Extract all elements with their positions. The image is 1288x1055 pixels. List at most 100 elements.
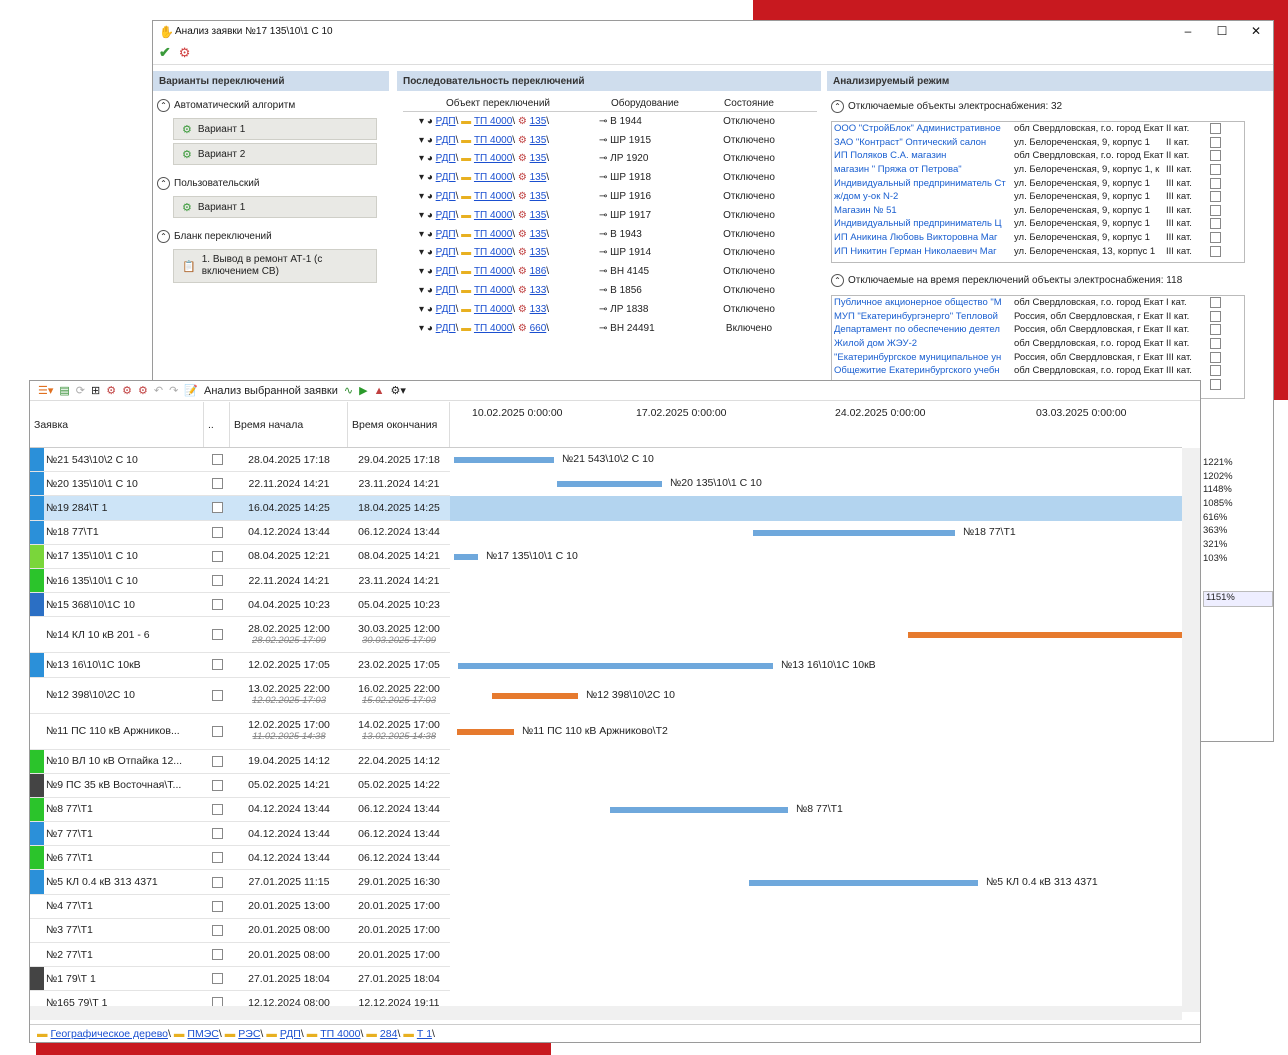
checkbox[interactable] — [211, 973, 223, 985]
row-checkbox[interactable] — [204, 725, 230, 737]
sequence-row[interactable]: ▾ ◕ РДП\ ▬ ТП 4000\ ⚙ 133\ ⊸ ЛР 1838 Отклю… — [403, 300, 817, 319]
row-checkbox[interactable] — [204, 526, 230, 538]
rdp-link[interactable]: РДП — [436, 210, 456, 221]
collapse-icon[interactable]: ⌃ — [157, 176, 170, 190]
checkbox[interactable] — [1210, 191, 1221, 203]
request-name[interactable]: №10 ВЛ 10 кВ Отпайка 12... — [44, 755, 204, 767]
object-link[interactable]: 133 — [530, 304, 547, 315]
request-name[interactable]: №19 284\Т 1 — [44, 502, 204, 514]
request-name[interactable]: №5 КЛ 0.4 кВ 313 4371 — [44, 876, 204, 888]
consumer-row[interactable]: ж/дом у-ок N-2 ул. Белореченская, 9, корп… — [832, 190, 1244, 204]
checkbox[interactable] — [211, 659, 223, 671]
row-checkbox[interactable] — [204, 973, 230, 985]
rdp-link[interactable]: РДП — [436, 153, 456, 164]
checkbox[interactable] — [211, 779, 223, 791]
col-object[interactable]: Объект переключений — [403, 98, 593, 109]
tp-link[interactable]: ТП 4000 — [474, 229, 512, 240]
object-link[interactable]: 135 — [530, 191, 547, 202]
request-name[interactable]: №14 КЛ 10 кВ 201 - 6 — [44, 629, 204, 641]
request-name[interactable]: №15 368\10\1С 10 — [44, 599, 204, 611]
sequence-row[interactable]: ▾ ◕ РДП\ ▬ ТП 4000\ ⚙ 133\ ⊸ В 1856 Отключ… — [403, 281, 817, 300]
checkbox[interactable] — [211, 876, 223, 888]
col-flag[interactable]: .. — [204, 402, 230, 447]
checkbox[interactable] — [211, 803, 223, 815]
consumer-row[interactable]: магазин " Пряжа от Петрова" ул. Белоречен… — [832, 163, 1244, 177]
consumer-name[interactable]: Общежитие Екатеринбургского учебн — [832, 365, 1010, 376]
consumer-name[interactable]: Индивидуальный предприниматель Ст — [832, 178, 1010, 189]
settings-icon[interactable]: ⚙▾ — [390, 384, 405, 397]
export-icon[interactable]: ▤ — [59, 384, 69, 397]
row-checkbox[interactable] — [204, 803, 230, 815]
consumer-row[interactable]: Индивидуальный предприниматель Ст ул. Бел… — [832, 176, 1244, 190]
consumer-row[interactable]: Общежитие Екатеринбургского учебн обл Све… — [832, 364, 1244, 378]
row-checkbox[interactable] — [204, 924, 230, 936]
maximize-button[interactable]: ☐ — [1205, 21, 1239, 41]
table-row[interactable]: №13 16\10\1С 10кВ 12.02.2025 17:05 23.02.2… — [30, 653, 450, 678]
checkbox[interactable] — [1210, 378, 1221, 390]
menu-icon[interactable]: ☰▾ — [38, 384, 53, 397]
consumer-name[interactable]: Жилой дом ЖЭУ-2 — [832, 338, 1010, 349]
sequence-row[interactable]: ▾ ◕ РДП\ ▬ ТП 4000\ ⚙ 135\ ⊸ ШР 1918 Отклю… — [403, 168, 817, 187]
rdp-link[interactable]: РДП — [436, 116, 456, 127]
object-link[interactable]: 660 — [530, 323, 547, 334]
checkbox[interactable] — [1210, 297, 1221, 309]
play-icon[interactable]: ▶ — [359, 384, 367, 397]
checkbox[interactable] — [211, 575, 223, 587]
object-link[interactable]: 135 — [530, 172, 547, 183]
gantt-bar[interactable] — [610, 807, 788, 814]
request-name[interactable]: №7 77\Т1 — [44, 828, 204, 840]
table-row[interactable]: №9 ПС 35 кВ Восточная\Т... 05.02.2025 14:… — [30, 773, 450, 798]
rdp-link[interactable]: РДП — [436, 285, 456, 296]
collapse-icon[interactable]: ⌃ — [157, 229, 170, 243]
tp-link[interactable]: ТП 4000 — [474, 285, 512, 296]
checkbox[interactable] — [211, 852, 223, 864]
consumer-name[interactable]: Публичное акционерное общество "М — [832, 297, 1010, 308]
row-checkbox[interactable] — [204, 779, 230, 791]
object-link[interactable]: 135 — [530, 210, 547, 221]
consumer-name[interactable]: Индивидуальный предприниматель Ц — [832, 218, 1010, 229]
consumer-row[interactable]: Департамент по обеспечению деятел Россия,… — [832, 323, 1244, 337]
checkbox[interactable] — [211, 454, 223, 466]
row-checkbox[interactable] — [204, 550, 230, 562]
warning-icon[interactable]: ▲ — [374, 385, 385, 397]
object-link[interactable]: 135 — [530, 135, 547, 146]
minimize-button[interactable]: – — [1171, 21, 1205, 41]
checkbox[interactable] — [1210, 310, 1221, 322]
request-name[interactable]: №12 398\10\2С 10 — [44, 689, 204, 701]
table-row[interactable]: №8 77\Т1 04.12.2024 13:44 06.12.2024 13:44 — [30, 797, 450, 823]
network-icon[interactable]: ⚙ — [179, 45, 191, 61]
consumer-name[interactable]: ИП Поляков С.А. магазин — [832, 150, 1010, 161]
checkbox[interactable] — [211, 502, 223, 514]
table-row[interactable]: №20 135\10\1 С 10 22.11.2024 14:21 23.11.2… — [30, 472, 450, 497]
request-name[interactable]: №16 135\10\1 С 10 — [44, 575, 204, 587]
breadcrumb-link[interactable]: РДП — [280, 1028, 301, 1040]
request-name[interactable]: №11 ПС 110 кВ Аржников... — [44, 725, 204, 737]
checkbox[interactable] — [1210, 338, 1221, 350]
group-auto[interactable]: ⌃ Автоматический алгоритм — [153, 95, 389, 115]
row-checkbox[interactable] — [204, 876, 230, 888]
row-checkbox[interactable] — [204, 599, 230, 611]
blank-button[interactable]: 📋 1. Вывод в ремонт АТ-1 (с включением СВ… — [173, 249, 377, 283]
consumer-name[interactable]: МУП "Екатеринбургэнерго" Тепловой — [832, 311, 1010, 322]
object-link[interactable]: 186 — [530, 266, 547, 277]
consumer-row[interactable]: МУП "Екатеринбургэнерго" Тепловой Россия,… — [832, 310, 1244, 324]
vertical-scrollbar[interactable] — [1182, 448, 1200, 1012]
row-checkbox[interactable] — [204, 454, 230, 466]
sequence-row[interactable]: ▾ ◕ РДП\ ▬ ТП 4000\ ⚙ 186\ ⊸ ВН 4145 Отклю… — [403, 262, 817, 281]
checkbox[interactable] — [211, 924, 223, 936]
close-button[interactable]: ✕ — [1239, 21, 1273, 41]
checkbox[interactable] — [211, 550, 223, 562]
col-end[interactable]: Время окончания — [348, 402, 450, 447]
checkbox[interactable] — [1210, 232, 1221, 244]
consumer-name[interactable]: ИП Никитин Герман Николаевич Маг — [832, 246, 1010, 257]
consumer-row[interactable]: ИП Аникина Любовь Викторовна Маг ул. Бело… — [832, 231, 1244, 245]
undo-icon[interactable]: ↶ — [154, 384, 163, 397]
col-request[interactable]: Заявка — [30, 402, 204, 447]
group-user[interactable]: ⌃ Пользовательский — [153, 173, 389, 193]
breadcrumb-link[interactable]: Т 1 — [417, 1028, 432, 1040]
variant-button[interactable]: ⚙ Вариант 1 — [173, 118, 377, 140]
consumer-row[interactable]: ЗАО "Контраст" Оптический салон ул. Белор… — [832, 136, 1244, 150]
consumer-row[interactable]: ООО "СтройБлок" Административное обл Свер… — [832, 122, 1244, 136]
row-checkbox[interactable] — [204, 575, 230, 587]
consumer-name[interactable]: Магазин № 51 — [832, 205, 1010, 216]
